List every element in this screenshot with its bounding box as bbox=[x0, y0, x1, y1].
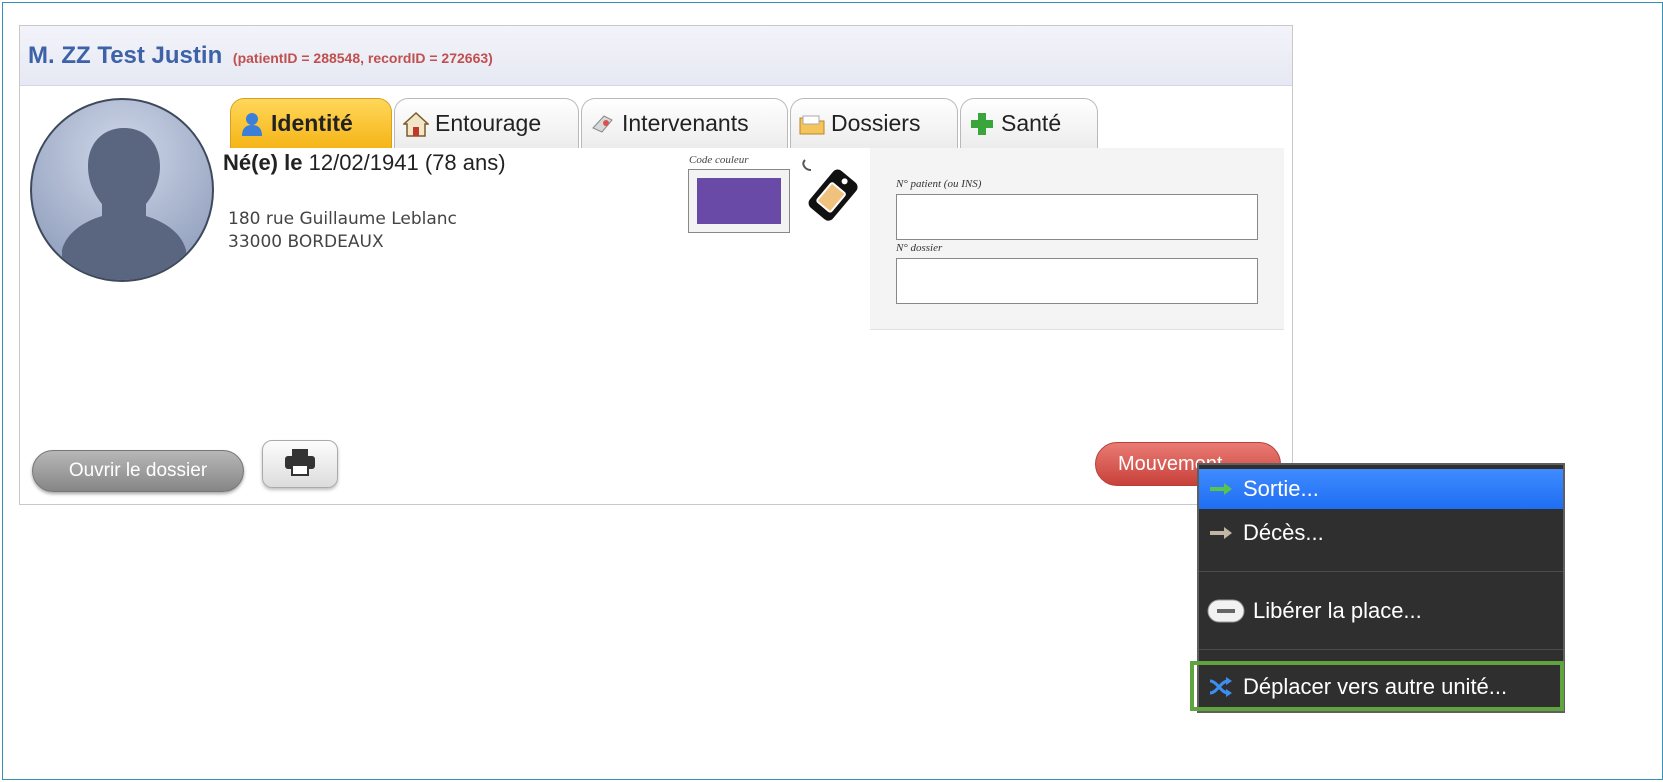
gray-arrow-icon bbox=[1199, 526, 1243, 540]
panel-header: M. ZZ Test Justin (patientID = 288548, r… bbox=[20, 26, 1292, 86]
folder-icon bbox=[799, 111, 825, 137]
tab-identite-label: Identité bbox=[271, 110, 353, 136]
dossier-number-label: N° dossier bbox=[896, 242, 943, 254]
menu-item-liberer-label: Libérer la place... bbox=[1253, 598, 1422, 623]
tag-icon[interactable] bbox=[797, 156, 865, 226]
patient-panel: M. ZZ Test Justin (patientID = 288548, r… bbox=[19, 25, 1293, 505]
tab-sante[interactable]: Santé bbox=[960, 98, 1098, 148]
address: 180 rue Guillaume Leblanc 33000 BORDEAUX bbox=[228, 208, 457, 254]
birth-label: Né(e) le bbox=[223, 150, 303, 175]
menu-item-sortie-label: Sortie... bbox=[1243, 476, 1319, 501]
printer-icon bbox=[283, 448, 317, 481]
green-arrow-icon bbox=[1199, 482, 1243, 496]
color-code-label: Code couleur bbox=[689, 154, 749, 166]
house-icon bbox=[403, 111, 429, 137]
avatar bbox=[30, 98, 214, 282]
address-line-2: 33000 BORDEAUX bbox=[228, 232, 384, 252]
patient-title: M. ZZ Test Justin (patientID = 288548, r… bbox=[28, 42, 493, 70]
identifier-box: N° patient (ou INS) N° dossier bbox=[870, 148, 1284, 330]
tab-entourage-label: Entourage bbox=[435, 110, 542, 136]
birth-info: Né(e) le 12/02/1941 (78 ans) bbox=[223, 150, 506, 176]
menu-separator bbox=[1199, 649, 1563, 650]
patient-number-field[interactable] bbox=[896, 194, 1258, 240]
menu-item-deces[interactable]: Décès... bbox=[1199, 513, 1563, 553]
person-icon bbox=[239, 111, 265, 137]
minus-pill-icon bbox=[1199, 598, 1253, 624]
menu-item-liberer[interactable]: Libérer la place... bbox=[1199, 591, 1563, 631]
address-line-1: 180 rue Guillaume Leblanc bbox=[228, 209, 457, 229]
dossier-number-field[interactable] bbox=[896, 258, 1258, 304]
menu-separator bbox=[1199, 571, 1563, 572]
tab-intervenants-label: Intervenants bbox=[622, 110, 749, 136]
pin-icon bbox=[590, 111, 616, 137]
menu-item-deces-label: Décès... bbox=[1243, 520, 1324, 545]
tab-sante-label: Santé bbox=[1001, 110, 1062, 136]
color-code-box[interactable] bbox=[688, 169, 790, 233]
patient-ids: (patientID = 288548, recordID = 272663) bbox=[232, 50, 493, 66]
tab-entourage[interactable]: Entourage bbox=[394, 98, 579, 148]
patient-number-label: N° patient (ou INS) bbox=[896, 178, 982, 190]
highlight-box bbox=[1190, 661, 1564, 711]
print-button[interactable] bbox=[262, 440, 338, 488]
color-swatch bbox=[697, 178, 781, 224]
plus-icon bbox=[969, 111, 995, 137]
tab-dossiers-label: Dossiers bbox=[831, 110, 921, 136]
tab-dossiers[interactable]: Dossiers bbox=[790, 98, 958, 148]
open-dossier-button[interactable]: Ouvrir le dossier bbox=[32, 450, 244, 492]
tab-intervenants[interactable]: Intervenants bbox=[581, 98, 788, 148]
patient-name: M. ZZ Test Justin bbox=[28, 42, 223, 69]
menu-item-sortie[interactable]: Sortie... bbox=[1199, 469, 1563, 509]
window-frame: M. ZZ Test Justin (patientID = 288548, r… bbox=[2, 2, 1663, 780]
tab-identite[interactable]: Identité bbox=[230, 98, 392, 148]
birth-value: 12/02/1941 (78 ans) bbox=[308, 150, 506, 175]
